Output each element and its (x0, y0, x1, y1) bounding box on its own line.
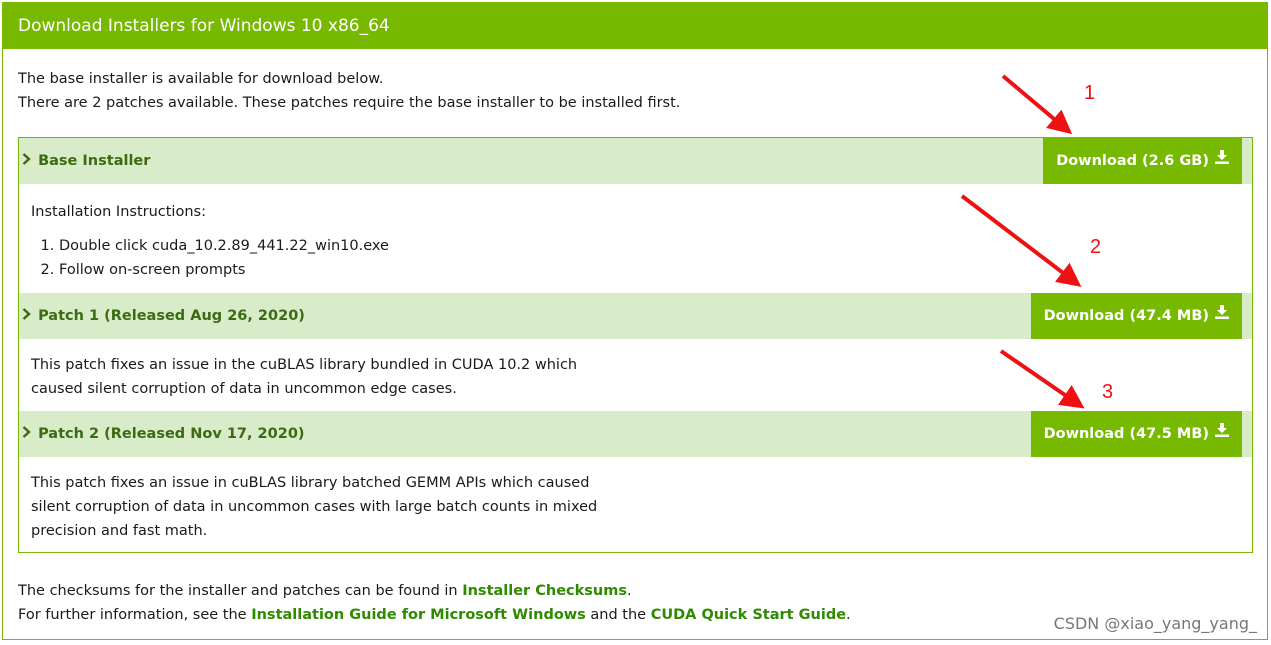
download-icon (1215, 292, 1229, 338)
intro-text: The base installer is available for down… (18, 67, 680, 115)
footer-line-2: For further information, see the Install… (18, 603, 851, 627)
section-title[interactable]: Base Installer (19, 138, 150, 184)
download-icon (1215, 137, 1229, 183)
section-title[interactable]: Patch 1 (Released Aug 26, 2020) (19, 293, 305, 339)
download-patch-2-button[interactable]: Download (47.5 MB) (1030, 410, 1242, 457)
downloads-panel: Download Installers for Windows 10 x86_6… (2, 2, 1268, 640)
description-line: caused silent corruption of data in unco… (31, 381, 457, 397)
button-label: Download (2.6 GB) (1056, 153, 1209, 169)
footer-text: The checksums for the installer and patc… (18, 579, 851, 627)
download-patch-1-button[interactable]: Download (47.4 MB) (1030, 292, 1242, 339)
footer-text-segment: For further information, see the (18, 607, 252, 623)
quick-start-guide-link[interactable]: CUDA Quick Start Guide (651, 607, 846, 623)
download-base-installer-button[interactable]: Download (2.6 GB) (1043, 138, 1242, 184)
annotation-number-1: 1 (1084, 82, 1096, 104)
chevron-right-icon (19, 293, 33, 339)
section-patch-2[interactable]: Patch 2 (Released Nov 17, 2020) Download… (19, 411, 1252, 457)
section-title[interactable]: Patch 2 (Released Nov 17, 2020) (19, 411, 305, 457)
description-line: This patch fixes an issue in cuBLAS libr… (31, 475, 590, 491)
instructions-label: Installation Instructions: (31, 204, 206, 220)
download-icon (1215, 410, 1229, 456)
panel-title: Download Installers for Windows 10 x86_6… (3, 3, 1267, 49)
footer-text-segment: The checksums for the installer and patc… (18, 583, 463, 599)
description-line: silent corruption of data in uncommon ca… (31, 499, 598, 515)
button-label: Download (47.4 MB) (1043, 308, 1209, 324)
button-label: Download (47.5 MB) (1043, 426, 1209, 442)
footer-text-segment: . (846, 607, 851, 623)
annotation-number-3: 3 (1102, 381, 1114, 403)
patch-2-description: This patch fixes an issue in cuBLAS libr… (31, 471, 597, 543)
chevron-right-icon (19, 411, 33, 457)
section-title-label: Patch 1 (Released Aug 26, 2020) (38, 308, 305, 324)
instructions-list: Double click cuda_10.2.89_441.22_win10.e… (31, 234, 389, 282)
installer-checksums-link[interactable]: Installer Checksums (462, 583, 627, 599)
description-line: precision and fast math. (31, 523, 208, 539)
footer-text-segment: and the (585, 607, 651, 623)
patch-1-description: This patch fixes an issue in the cuBLAS … (31, 353, 577, 401)
intro-line-2: There are 2 patches available. These pat… (18, 95, 681, 111)
footer-text-segment: . (627, 583, 632, 599)
intro-line-1: The base installer is available for down… (18, 71, 384, 87)
instruction-step: Double click cuda_10.2.89_441.22_win10.e… (59, 234, 389, 258)
annotation-number-2: 2 (1090, 236, 1102, 258)
base-installer-instructions: Installation Instructions: Double click … (31, 200, 389, 282)
installation-guide-link[interactable]: Installation Guide for Microsoft Windows (251, 607, 586, 623)
description-line: This patch fixes an issue in the cuBLAS … (31, 357, 578, 373)
instruction-step: Follow on-screen prompts (59, 258, 389, 282)
chevron-right-icon (19, 138, 33, 184)
section-title-label: Base Installer (38, 153, 151, 169)
footer-line-1: The checksums for the installer and patc… (18, 579, 851, 603)
watermark: CSDN @xiao_yang_yang_ (1053, 614, 1257, 633)
section-patch-1[interactable]: Patch 1 (Released Aug 26, 2020) Download… (19, 293, 1252, 339)
section-title-label: Patch 2 (Released Nov 17, 2020) (38, 426, 305, 442)
section-base-installer[interactable]: Base Installer Download (2.6 GB) (19, 138, 1252, 184)
installers-box: Base Installer Download (2.6 GB) Install… (18, 137, 1253, 553)
